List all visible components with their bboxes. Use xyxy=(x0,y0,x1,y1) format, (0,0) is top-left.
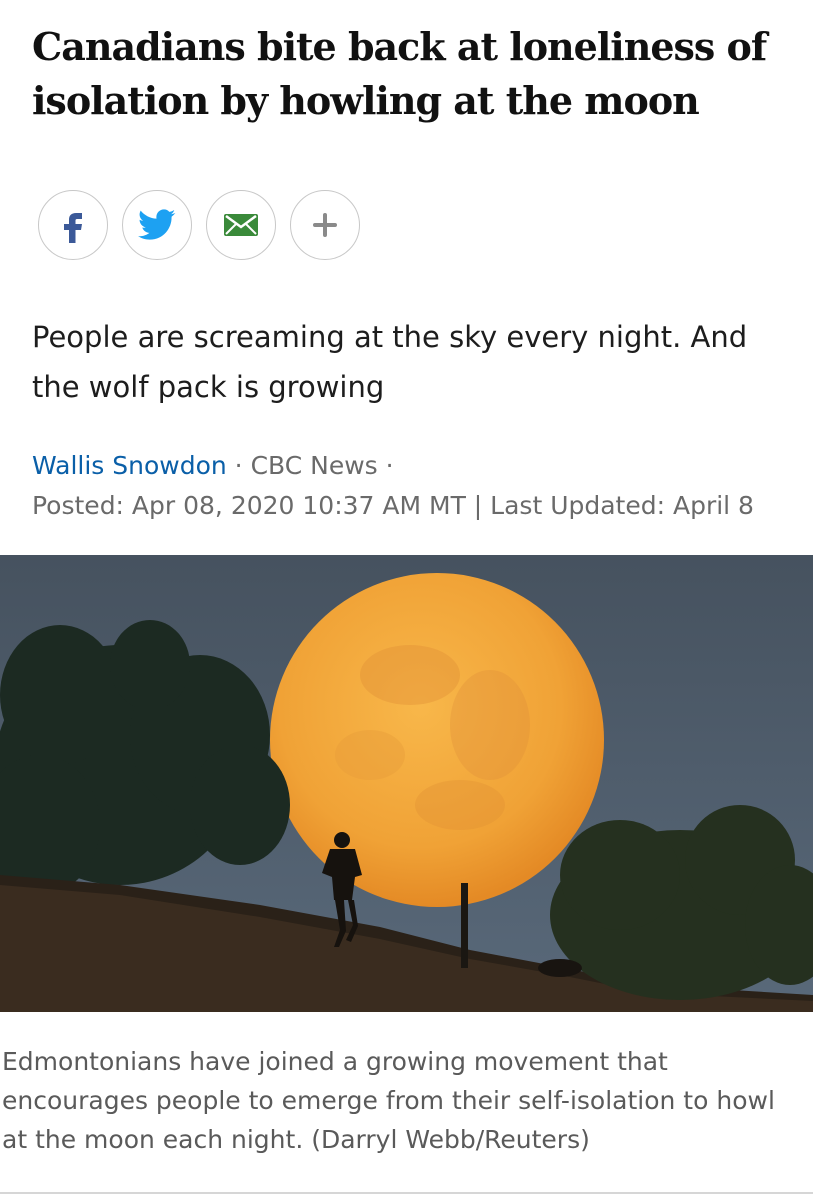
byline-line: Wallis Snowdon · CBC News · xyxy=(32,446,802,486)
outlet-name: CBC News xyxy=(250,451,378,480)
article-dek: People are screaming at the sky every ni… xyxy=(32,320,748,404)
byline-separator: · xyxy=(377,451,394,480)
byline-separator: · xyxy=(226,451,251,480)
facebook-icon xyxy=(64,213,82,243)
byline: Wallis Snowdon · CBC News · Posted: Apr … xyxy=(32,446,802,526)
divider xyxy=(0,1192,813,1194)
twitter-icon xyxy=(138,209,176,240)
email-icon xyxy=(224,214,258,236)
share-more-button[interactable] xyxy=(290,190,360,260)
image-caption: Edmontonians have joined a growing movem… xyxy=(2,1047,775,1154)
article-headline: Canadians bite back at loneliness of iso… xyxy=(32,24,767,123)
share-email-button[interactable] xyxy=(206,190,276,260)
plus-icon xyxy=(313,213,337,237)
hero-image xyxy=(0,555,813,1012)
author-link[interactable]: Wallis Snowdon xyxy=(32,451,227,480)
share-twitter-button[interactable] xyxy=(122,190,192,260)
share-facebook-button[interactable] xyxy=(38,190,108,260)
post-timestamp: Posted: Apr 08, 2020 10:37 AM MT | Last … xyxy=(32,491,754,520)
moon-runner-photo xyxy=(0,555,813,1012)
share-bar xyxy=(38,190,360,260)
